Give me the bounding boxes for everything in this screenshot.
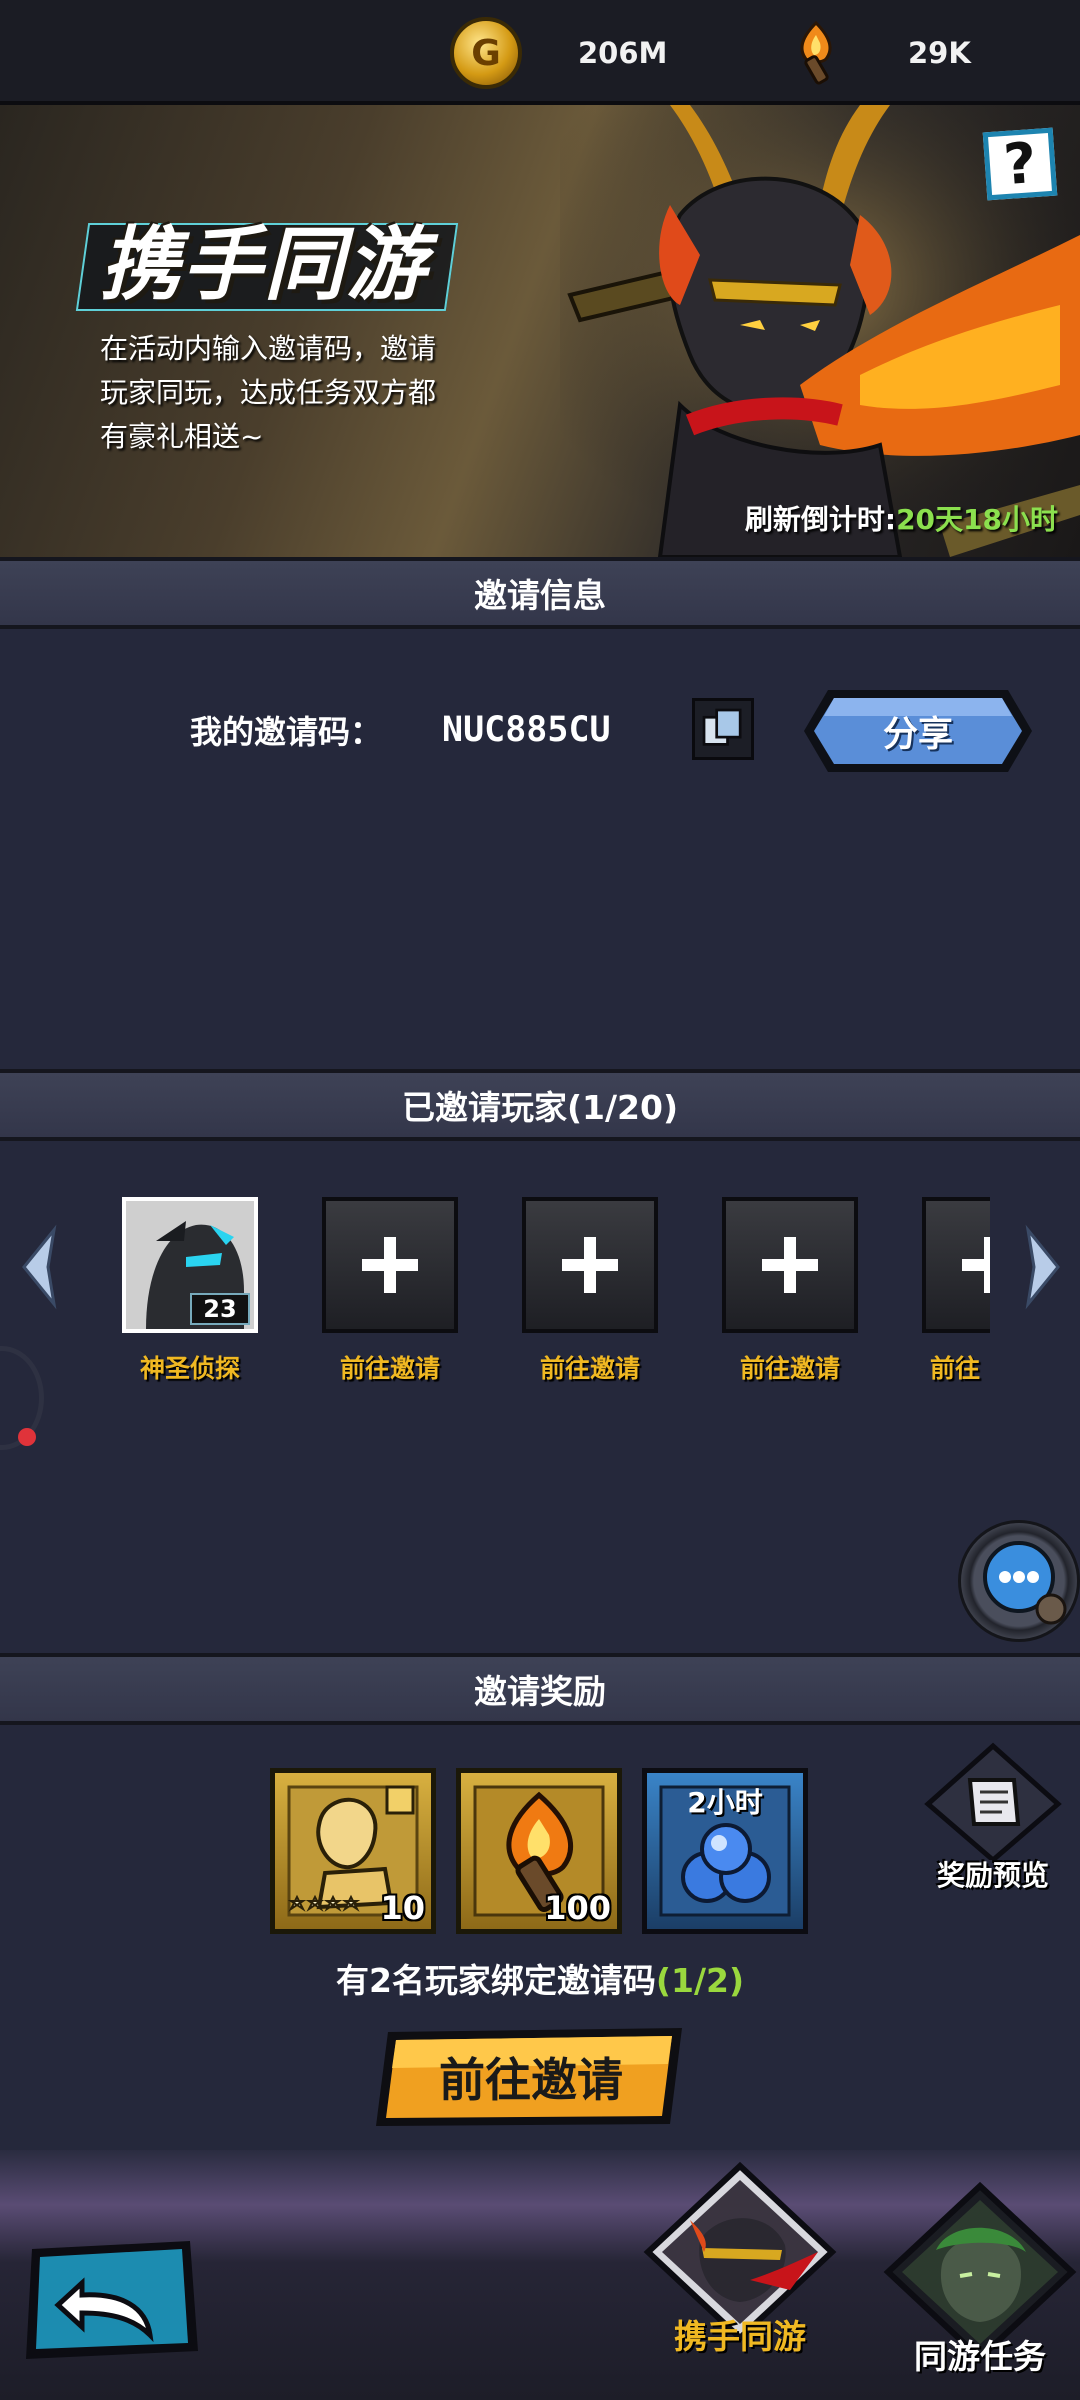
invite-code-row: 我的邀请码： NUC885CU [190, 700, 611, 760]
refresh-countdown: 刷新倒计时:20天18小时 [745, 498, 1058, 538]
go-invite-button[interactable]: 前往邀请 [370, 2024, 692, 2130]
tab-travel-tasks-label: 同游任务 [914, 2337, 1046, 2376]
tab-together-travel-label: 携手同游 [674, 2317, 806, 2356]
reward-item-torch[interactable]: 100 [456, 1768, 622, 1934]
clipped-slot-container [920, 1197, 990, 1357]
reward-count: 100 [544, 1889, 611, 1927]
empty-invite-slot[interactable] [322, 1197, 458, 1333]
reward-item-hero-shard[interactable]: 10 [270, 1768, 436, 1934]
go-invite-label: 前往邀请 [739, 1354, 840, 1383]
empty-invite-slot[interactable] [522, 1197, 658, 1333]
player-name: 神圣侦探 [139, 1354, 240, 1383]
torch-icon [800, 20, 832, 85]
coin-resource[interactable]: G 206M [450, 17, 668, 89]
notification-dot [18, 1428, 36, 1446]
reward-preview-button[interactable]: 奖励预览 [918, 1740, 1068, 1900]
reward-item-blue-orbs[interactable]: 2小时 [642, 1768, 808, 1934]
scroll-preview-icon [924, 1742, 1062, 1864]
invited-player-slot-1[interactable]: 23 [122, 1197, 258, 1333]
invited-players-header: 已邀请玩家(1/20) [0, 1069, 1080, 1141]
help-button[interactable]: ? [982, 127, 1058, 201]
copy-icon[interactable] [692, 698, 754, 760]
banner-description: 在活动内输入邀请码，邀请玩家同玩，达成任务双方都有豪礼相送~ [100, 332, 437, 453]
plus-icon [762, 1237, 818, 1293]
back-button[interactable] [22, 2235, 202, 2365]
go-invite-label-main: 前往邀请 [439, 2053, 623, 2107]
bind-status-label: 有2名玩家绑定邀请码 [335, 1961, 656, 2000]
plus-icon [962, 1237, 990, 1293]
invite-code-value: NUC885CU [442, 710, 611, 750]
share-label: 分享 [882, 714, 953, 755]
plus-icon [562, 1237, 618, 1293]
gold-coin-icon: G [450, 17, 522, 89]
reward-duration-tag: 2小时 [687, 1786, 763, 1819]
scroll-left-arrow-icon[interactable] [14, 1222, 62, 1312]
banner-title: 携手同游 [100, 217, 428, 311]
reward-count: 10 [380, 1889, 425, 1927]
invite-code-label: 我的邀请码： [190, 713, 383, 751]
back-arrow-icon [26, 2241, 198, 2359]
coin-value: 206M [578, 36, 668, 70]
empty-invite-slot[interactable] [722, 1197, 858, 1333]
plus-icon [362, 1237, 418, 1293]
event-banner: 携手同游 在活动内输入邀请码，邀请玩家同玩，达成任务双方都有豪礼相送~ ? 刷新… [0, 105, 1080, 557]
tab-travel-tasks[interactable]: 同游任务 [880, 2180, 1080, 2380]
go-invite-label: 前往邀请 [539, 1354, 640, 1383]
share-button[interactable]: 分享 [800, 684, 1036, 778]
tab-together-travel[interactable]: 携手同游 [640, 2160, 840, 2360]
player-level-badge: 23 [190, 1293, 250, 1325]
chat-button[interactable] [958, 1520, 1080, 1642]
refresh-time: 20天18小时 [896, 503, 1058, 536]
resource-bar: G 206M 29K [0, 0, 1080, 105]
go-invite-label: 前往 [930, 1354, 981, 1383]
scroll-right-arrow-icon[interactable] [1020, 1222, 1068, 1312]
refresh-label: 刷新倒计时: [744, 503, 897, 536]
rewards-header: 邀请奖励 [0, 1653, 1080, 1725]
chat-bubble-icon [983, 1541, 1067, 1625]
torch-value: 29K [908, 36, 971, 70]
invite-info-header: 邀请信息 [0, 557, 1080, 629]
go-invite-label: 前往邀请 [339, 1354, 440, 1383]
torch-resource[interactable]: 29K [780, 18, 971, 88]
bind-progress: (1/2) [655, 1961, 745, 2000]
bind-status-text: 有2名玩家绑定邀请码(1/2) [0, 1954, 1080, 2002]
reward-preview-label: 奖励预览 [936, 1859, 1049, 1892]
empty-invite-slot[interactable] [922, 1197, 990, 1333]
